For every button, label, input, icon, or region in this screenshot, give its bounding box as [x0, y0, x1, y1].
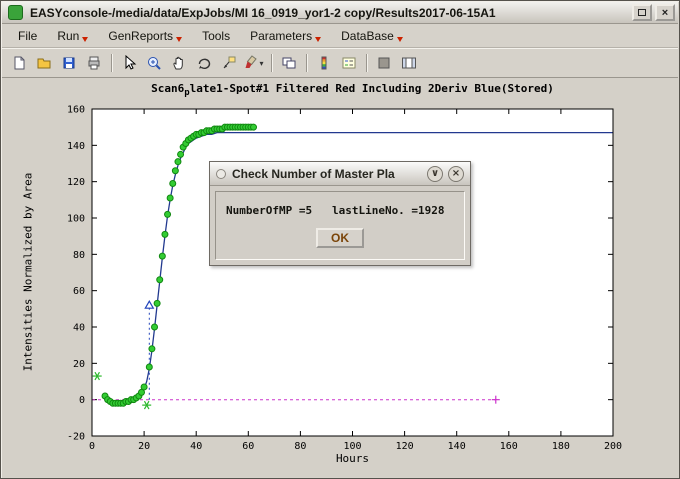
x-tick-label: 40 [190, 441, 202, 452]
menu-mnemonic-icon [315, 37, 321, 42]
window-title: EASYconsole-/media/data/ExpJobs/MI 16_09… [30, 6, 629, 20]
maximize-icon [638, 9, 646, 16]
colorbar-icon [316, 55, 332, 71]
x-tick-label: 60 [242, 441, 254, 452]
chart-canvas[interactable]: 0 20 40 60 80 100 120 140 160 180 200 -20 0 20 40 60 80 1… [2, 78, 676, 477]
toolbar-separator [111, 54, 113, 72]
close-button[interactable]: × [655, 4, 675, 21]
toolbar-separator [306, 54, 308, 72]
link-plot-button[interactable] [277, 51, 301, 75]
new-file-icon [11, 55, 27, 71]
chart-title-post: late1-Spot#1 Filtered Red Including 2Der… [190, 82, 554, 95]
save-button[interactable] [57, 51, 81, 75]
x-tick-label: 20 [138, 441, 150, 452]
plot-area[interactable] [92, 109, 613, 436]
hide-plot-tools-icon [376, 55, 392, 71]
menu-genreports-label: GenReports [108, 29, 173, 43]
y-tick-label: 80 [73, 250, 85, 261]
menu-tools-label: Tools [202, 29, 230, 43]
dialog-ok-button[interactable]: OK [316, 228, 364, 248]
dialog-title: Check Number of Master Pla [232, 167, 422, 181]
edit-plot-icon [121, 55, 137, 71]
dialog-titlebar[interactable]: Check Number of Master Pla ∨ × [210, 162, 470, 186]
menu-mnemonic-icon [82, 37, 88, 42]
menu-bar: File Run GenReports Tools Parameters Dat… [2, 24, 678, 48]
menu-tools[interactable]: Tools [192, 25, 240, 47]
hide-plot-tools-button[interactable] [372, 51, 396, 75]
insert-legend-button[interactable] [337, 51, 361, 75]
dialog-message: NumberOfMP =5 lastLineNo. =1928 [226, 204, 454, 217]
menu-database[interactable]: DataBase [331, 25, 413, 47]
x-tick-label: 140 [448, 441, 466, 452]
menu-parameters[interactable]: Parameters [240, 25, 331, 47]
zoom-in-button[interactable] [142, 51, 166, 75]
check-number-dialog: Check Number of Master Pla ∨ × NumberOfM… [209, 161, 471, 266]
menu-run[interactable]: Run [47, 25, 98, 47]
y-tick-label: -20 [67, 432, 85, 443]
x-tick-label: 80 [294, 441, 306, 452]
y-tick-label: 20 [73, 359, 85, 370]
menu-database-label: DataBase [341, 29, 394, 43]
brush-button[interactable]: ▾ [242, 51, 266, 75]
y-tick-label: 120 [67, 177, 85, 188]
data-cursor-button[interactable] [217, 51, 241, 75]
pan-icon [171, 55, 187, 71]
dialog-close-button[interactable]: × [448, 166, 464, 182]
x-tick-label: 120 [396, 441, 414, 452]
menu-file[interactable]: File [8, 25, 47, 47]
data-cursor-icon [221, 55, 237, 71]
figure-toolbar: ▾ [2, 49, 678, 78]
y-tick-label: 100 [67, 214, 85, 225]
dialog-minimize-button[interactable]: ∨ [427, 166, 443, 182]
link-plot-icon [281, 55, 297, 71]
rotate-3d-button[interactable] [192, 51, 216, 75]
x-tick-label: 100 [343, 441, 361, 452]
menu-mnemonic-icon [176, 37, 182, 42]
x-tick-label: 180 [552, 441, 570, 452]
window-titlebar[interactable]: EASYconsole-/media/data/ExpJobs/MI 16_09… [2, 2, 678, 24]
toolbar-separator [366, 54, 368, 72]
show-plot-tools-icon [401, 55, 417, 71]
dropdown-caret-icon: ▾ [259, 59, 263, 68]
save-icon [61, 55, 77, 71]
legend-icon [341, 55, 357, 71]
y-axis-label: Intensities Normalized by Area [22, 173, 35, 372]
y-tick-label: 60 [73, 286, 85, 297]
print-icon [86, 55, 102, 71]
zoom-in-icon [146, 55, 162, 71]
insert-colorbar-button[interactable] [312, 51, 336, 75]
menu-genreports[interactable]: GenReports [98, 25, 192, 47]
menu-file-label: File [18, 29, 37, 43]
pan-button[interactable] [167, 51, 191, 75]
chart-title-pre: Scan6 [151, 82, 184, 95]
chart-title: Scan6plate1-Spot#1 Filtered Red Includin… [92, 82, 613, 98]
show-plot-tools-button[interactable] [397, 51, 421, 75]
brush-icon [244, 55, 258, 71]
x-tick-label: 160 [500, 441, 518, 452]
maximize-button[interactable] [632, 4, 652, 21]
app-window: EASYconsole-/media/data/ExpJobs/MI 16_09… [0, 0, 680, 479]
menu-run-label: Run [57, 29, 79, 43]
edit-plot-button[interactable] [117, 51, 141, 75]
rotate-3d-icon [196, 55, 212, 71]
print-button[interactable] [82, 51, 106, 75]
y-tick-label: 160 [67, 105, 85, 116]
x-tick-label: 200 [604, 441, 622, 452]
x-tick-label: 0 [89, 441, 95, 452]
open-file-icon [36, 55, 52, 71]
menu-mnemonic-icon [397, 37, 403, 42]
new-file-button[interactable] [7, 51, 31, 75]
y-tick-label: 40 [73, 323, 85, 334]
menu-parameters-label: Parameters [250, 29, 312, 43]
dialog-icon [216, 169, 226, 179]
figure-area: 0 20 40 60 80 100 120 140 160 180 200 -20 0 20 40 60 80 1… [2, 78, 678, 477]
dialog-body: NumberOfMP =5 lastLineNo. =1928 OK [215, 191, 465, 260]
x-axis-label: Hours [92, 452, 613, 465]
toolbar-separator [271, 54, 273, 72]
y-tick-label: 0 [79, 395, 85, 406]
open-file-button[interactable] [32, 51, 56, 75]
app-icon [8, 5, 23, 20]
y-tick-label: 140 [67, 141, 85, 152]
